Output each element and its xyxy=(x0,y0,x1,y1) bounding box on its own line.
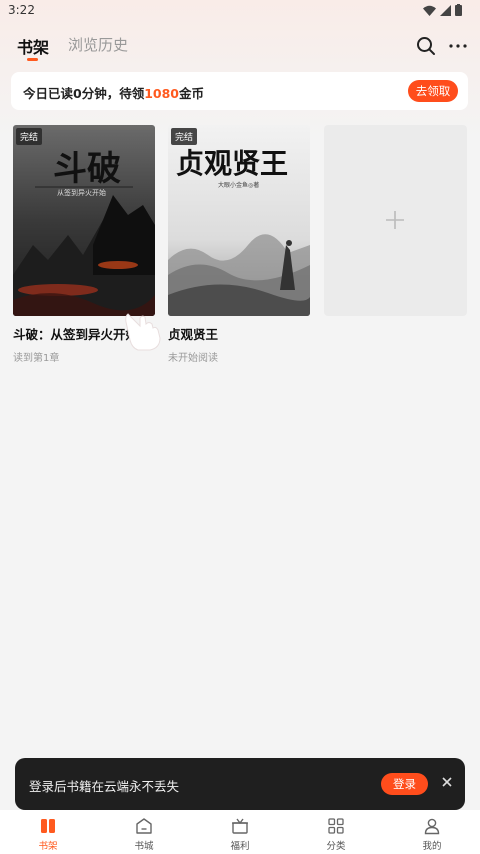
grid-icon xyxy=(328,818,344,834)
nav-label: 分类 xyxy=(326,841,346,852)
book-item[interactable]: 完结 贞观贤王 大眼小金鱼◎著 贞观贤王 未开始阅读 xyxy=(168,125,310,364)
signal-icon xyxy=(440,4,451,16)
nav-item-mine[interactable]: 我的 xyxy=(402,817,462,852)
cover-author-art: 大眼小金鱼◎著 xyxy=(218,181,259,189)
reward-text: 今日已读0分钟，待领1080金币 xyxy=(23,83,204,102)
completed-badge: 完结 xyxy=(16,128,43,145)
more-options-icon[interactable] xyxy=(448,36,468,56)
claim-reward-button[interactable]: 去领取 xyxy=(408,80,458,102)
reward-text-suffix: 金币 xyxy=(179,86,205,101)
battery-icon xyxy=(455,4,462,16)
status-bar: 3:22 xyxy=(0,0,480,22)
book-cover[interactable]: 完结 斗破 从签到异火开始 xyxy=(13,125,155,316)
nav-label: 书城 xyxy=(134,841,154,852)
cover-subtitle-art: 从签到异火开始 xyxy=(57,188,106,197)
login-button[interactable]: 登录 xyxy=(381,773,428,795)
gift-icon xyxy=(232,818,248,834)
login-toast-message: 登录后书籍在云端永不丢失 xyxy=(29,779,180,794)
reward-text-prefix: 今日已读0分钟，待领 xyxy=(23,86,145,101)
nav-item-bookshelf[interactable]: 书架 xyxy=(18,817,78,852)
nav-label: 福利 xyxy=(230,841,250,852)
nav-label: 书架 xyxy=(38,841,58,852)
plus-icon xyxy=(386,211,404,229)
book-cover[interactable]: 完结 贞观贤王 大眼小金鱼◎著 xyxy=(168,125,310,316)
system-icons xyxy=(423,4,462,16)
tab-bookshelf[interactable]: 书架 xyxy=(17,34,49,58)
drag-hint-hand-icon xyxy=(125,313,161,351)
add-book-slot[interactable] xyxy=(324,125,467,316)
close-icon[interactable] xyxy=(440,775,454,789)
status-time: 3:22 xyxy=(8,3,35,17)
nav-item-category[interactable]: 分类 xyxy=(306,817,366,852)
book-cover-art: 斗破 从签到异火开始 xyxy=(13,125,155,316)
reward-coins: 1080 xyxy=(144,86,179,101)
user-icon xyxy=(424,818,440,835)
wifi-icon xyxy=(423,5,436,16)
top-nav: 书架 浏览历史 xyxy=(0,30,480,66)
active-tab-indicator xyxy=(27,58,38,61)
bottom-nav: 书架 书城 福利 分类 我的 xyxy=(0,810,480,854)
reading-reward-banner: 今日已读0分钟，待领1080金币 去领取 xyxy=(11,72,468,110)
book-cover-art: 贞观贤王 大眼小金鱼◎著 xyxy=(168,125,310,316)
nav-label: 我的 xyxy=(422,841,442,852)
book-title[interactable]: 贞观贤王 xyxy=(168,324,310,343)
home-icon xyxy=(136,818,152,834)
cover-title-art: 贞观贤王 xyxy=(176,147,288,180)
login-toast: 登录后书籍在云端永不丢失 登录 xyxy=(15,758,465,810)
book-progress: 未开始阅读 xyxy=(168,353,218,364)
nav-item-welfare[interactable]: 福利 xyxy=(210,817,270,852)
bookshelf-icon xyxy=(41,819,55,833)
nav-item-bookstore[interactable]: 书城 xyxy=(114,817,174,852)
cover-title-art: 斗破 xyxy=(53,149,121,189)
tab-browse-history[interactable]: 浏览历史 xyxy=(68,34,128,55)
completed-badge: 完结 xyxy=(171,128,198,145)
search-icon[interactable] xyxy=(416,36,436,56)
